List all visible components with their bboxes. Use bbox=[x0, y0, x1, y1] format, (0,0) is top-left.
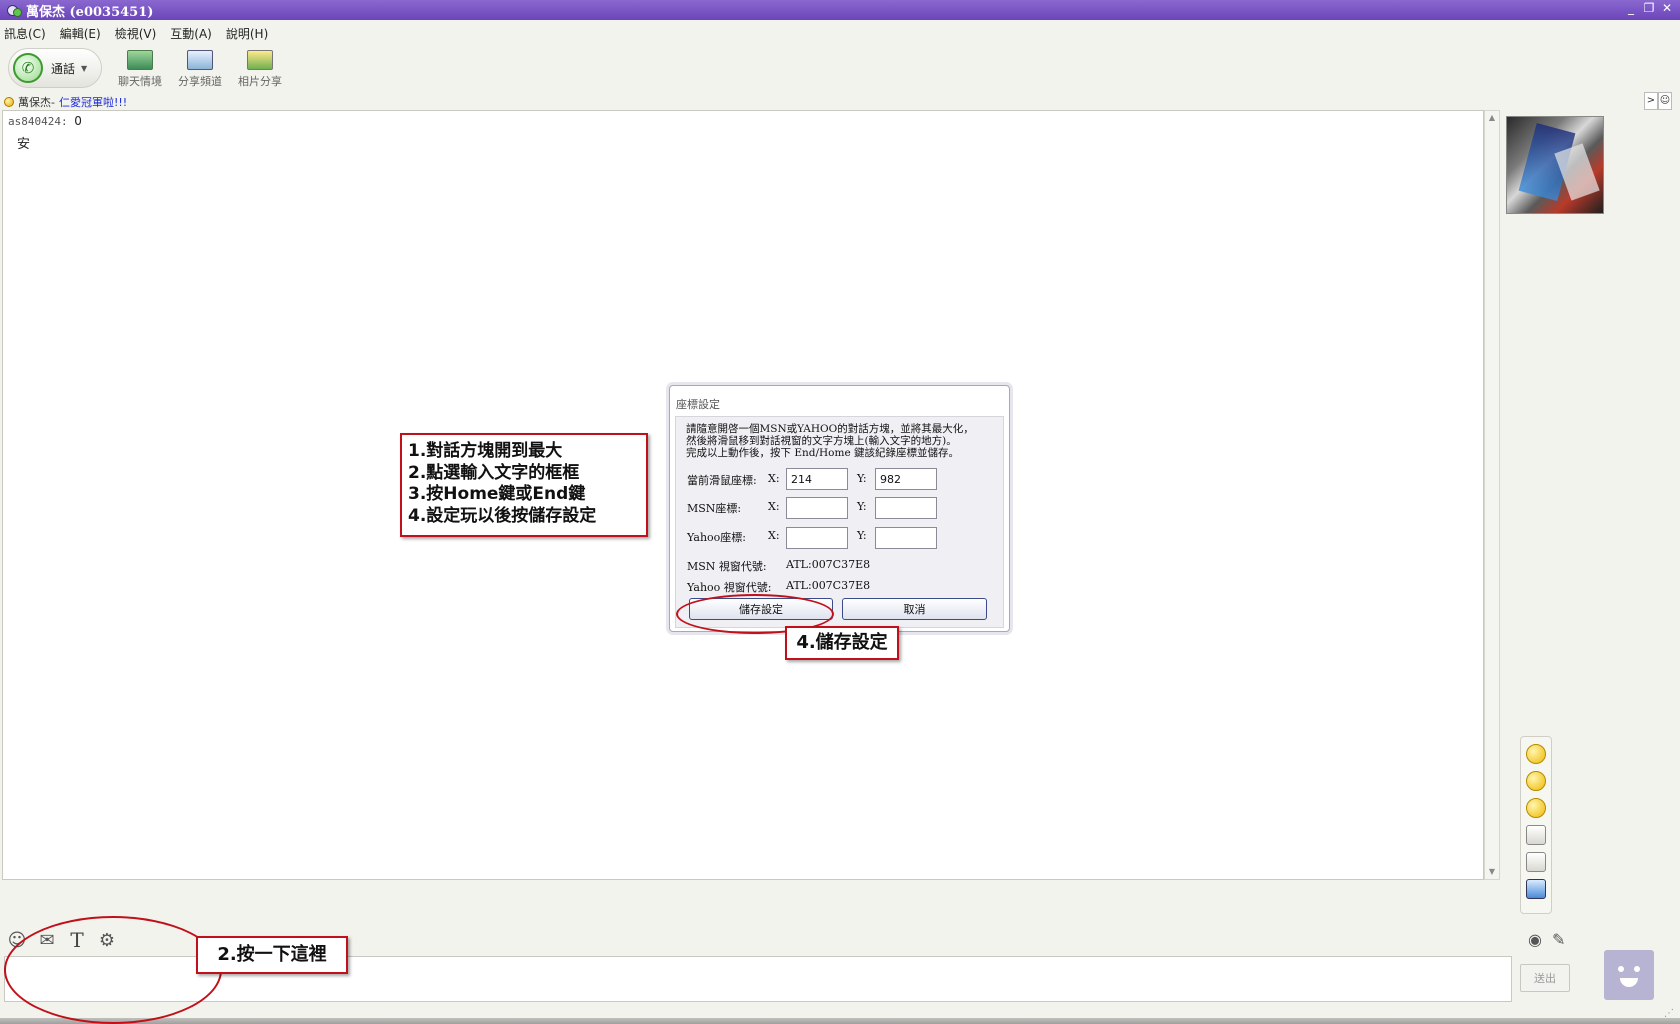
step-2: 2.點選輸入文字的框框 bbox=[408, 462, 580, 483]
chat-scrollbar[interactable]: ▲ ▼ bbox=[1484, 110, 1500, 880]
cool-icon[interactable] bbox=[1526, 798, 1546, 818]
avatar-eye-left bbox=[1618, 966, 1624, 972]
webcam-icon[interactable]: ◉ bbox=[1528, 930, 1542, 949]
chevron-down-icon: ▼ bbox=[81, 63, 88, 73]
laugh-icon[interactable] bbox=[1526, 771, 1546, 791]
status-separator: - bbox=[51, 95, 55, 109]
panel-toggle-group: > ☺ bbox=[1644, 92, 1672, 110]
game-icon[interactable] bbox=[1526, 852, 1546, 872]
my-avatar[interactable] bbox=[1604, 950, 1654, 1000]
msn-x-label: X: bbox=[768, 500, 780, 513]
save-callout: 4.儲存設定 bbox=[785, 626, 899, 660]
status-message[interactable]: 仁愛冠軍啦!!! bbox=[59, 94, 127, 110]
chat-mood-icon bbox=[127, 50, 153, 70]
current-y-field[interactable] bbox=[875, 468, 937, 490]
toolbar: ✆ 通話 ▼ 聊天情境 分享頻道 相片分享 bbox=[0, 46, 400, 94]
instruction-line-1: 請隨意開啓一個MSN或YAHOO的對話方塊，並將其最大化， bbox=[686, 423, 974, 435]
yahoo-x-field[interactable] bbox=[786, 527, 848, 549]
instruction-callout: 1.對話方塊開到最大 2.點選輸入文字的框框 3.按Home鍵或End鍵 4.設… bbox=[400, 433, 648, 537]
taskbar-strip bbox=[0, 1018, 1680, 1024]
title-bar: 萬保杰 (e0035451) _ ❐ ✕ bbox=[0, 0, 1680, 20]
chat-sender: as840424: 0 bbox=[8, 114, 82, 128]
input-right-tools: ◉ ✎ bbox=[1528, 930, 1565, 949]
photo-share-icon bbox=[247, 50, 273, 70]
attach-icon[interactable]: ✎ bbox=[1552, 930, 1565, 949]
menu-view[interactable]: 檢視(V) bbox=[115, 25, 157, 42]
expand-panel-icon[interactable]: > bbox=[1644, 92, 1658, 110]
call-button[interactable]: ✆ 通話 ▼ bbox=[8, 48, 102, 88]
cancel-button[interactable]: 取消 bbox=[842, 598, 987, 620]
step-3: 3.按Home鍵或End鍵 bbox=[408, 484, 586, 504]
avatar-art-highlight bbox=[1554, 143, 1600, 201]
share-channel-label: 分享頻道 bbox=[178, 75, 222, 88]
input-highlight-ellipse bbox=[4, 916, 222, 1024]
yahoo-coord-label: Yahoo座標: bbox=[687, 531, 747, 544]
avatar-mouth bbox=[1620, 978, 1638, 987]
yahoo-x-label: X: bbox=[768, 529, 780, 542]
share-channel-button[interactable]: 分享頻道 bbox=[170, 50, 230, 89]
current-y-label: Y: bbox=[857, 472, 867, 485]
chat-window: { "window": { "title": "萬保杰 (e0035451)",… bbox=[0, 0, 1680, 1024]
send-button[interactable]: 送出 bbox=[1520, 964, 1570, 992]
dialog-title: 座標設定 bbox=[676, 398, 720, 411]
yahoo-handle-label: Yahoo 視窗代號: bbox=[687, 581, 772, 594]
phone-icon: ✆ bbox=[13, 53, 43, 83]
contact-card-icon[interactable]: ☺ bbox=[1658, 92, 1672, 110]
yahoo-y-label: Y: bbox=[857, 529, 867, 542]
dialog-instructions: 請隨意開啓一個MSN或YAHOO的對話方塊，並將其最大化， 然後將滑鼠移到對話視… bbox=[686, 423, 1006, 459]
scroll-down-icon[interactable]: ▼ bbox=[1485, 865, 1499, 879]
close-button[interactable]: ✕ bbox=[1660, 1, 1674, 15]
msn-y-field[interactable] bbox=[875, 497, 937, 519]
menu-interact[interactable]: 互動(A) bbox=[170, 25, 212, 42]
msn-handle-label: MSN 視窗代號: bbox=[687, 560, 767, 573]
video-icon[interactable] bbox=[1526, 879, 1546, 899]
status-icon bbox=[4, 97, 14, 107]
avatar-eye-right bbox=[1634, 966, 1640, 972]
click-here-callout: 2.按一下這裡 bbox=[196, 936, 348, 974]
messenger-icon bbox=[6, 3, 22, 17]
msn-handle-value: ATL:007C37E8 bbox=[786, 558, 871, 571]
gift-icon[interactable] bbox=[1526, 825, 1546, 845]
msn-y-label: Y: bbox=[857, 500, 867, 513]
current-coord-label: 當前滑鼠座標: bbox=[687, 474, 757, 487]
emoticon-strip bbox=[1520, 736, 1552, 914]
call-label: 通話 bbox=[51, 61, 76, 76]
share-channel-icon bbox=[187, 50, 213, 70]
menu-edit[interactable]: 編輯(E) bbox=[60, 25, 101, 42]
minimize-button[interactable]: _ bbox=[1624, 1, 1638, 15]
contact-name: 萬保杰 bbox=[18, 96, 51, 109]
yahoo-handle-value: ATL:007C37E8 bbox=[786, 579, 871, 592]
maximize-button[interactable]: ❐ bbox=[1642, 1, 1656, 15]
yahoo-y-field[interactable] bbox=[875, 527, 937, 549]
photo-share-button[interactable]: 相片分享 bbox=[230, 50, 290, 89]
instruction-line-3: 完成以上動作後，按下 End/Home 鍵該紀錄座標並儲存。 bbox=[686, 447, 960, 459]
menu-message[interactable]: 訊息(C) bbox=[4, 25, 46, 42]
msn-coord-label: MSN座標: bbox=[687, 502, 742, 515]
step-1: 1.對話方塊開到最大 bbox=[408, 441, 563, 461]
chat-mood-label: 聊天情境 bbox=[118, 75, 162, 88]
sender-value: 0 bbox=[74, 114, 82, 128]
window-title: 萬保杰 (e0035451) bbox=[26, 4, 154, 20]
msn-x-field[interactable] bbox=[786, 497, 848, 519]
chat-message: 安 bbox=[17, 137, 31, 152]
instruction-line-2: 然後將滑鼠移到對話視窗的文字方塊上(輸入文字的地方)。 bbox=[686, 435, 957, 447]
step-4: 4.設定玩以後按儲存設定 bbox=[408, 505, 597, 526]
menu-bar: 訊息(C) 編輯(E) 檢視(V) 互動(A) 說明(H) bbox=[0, 22, 282, 44]
photo-share-label: 相片分享 bbox=[238, 75, 282, 88]
sender-id: as840424: bbox=[8, 115, 68, 128]
current-x-field[interactable] bbox=[786, 468, 848, 490]
menu-help[interactable]: 說明(H) bbox=[226, 25, 268, 42]
current-x-label: X: bbox=[768, 472, 780, 485]
contact-avatar[interactable] bbox=[1506, 116, 1604, 214]
contact-status: 萬保杰 - 仁愛冠軍啦!!! bbox=[4, 94, 127, 110]
chat-mood-button[interactable]: 聊天情境 bbox=[110, 50, 170, 89]
smiley-icon[interactable] bbox=[1526, 744, 1546, 764]
scroll-up-icon[interactable]: ▲ bbox=[1485, 111, 1499, 125]
